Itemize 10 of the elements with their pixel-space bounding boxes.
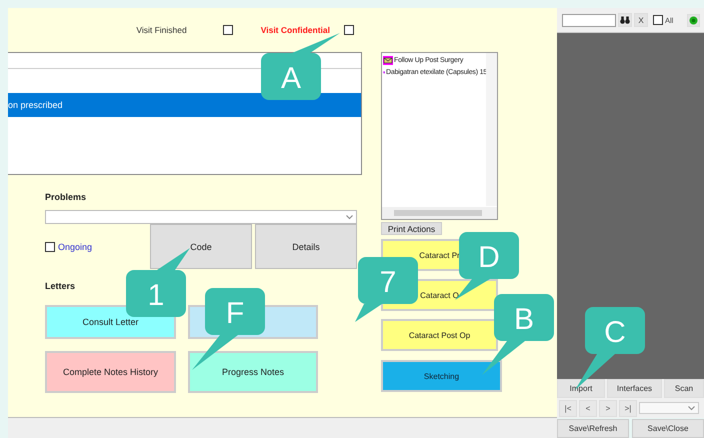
callout-tooltip: 7 (355, 257, 418, 322)
section-label: Problems (45, 192, 88, 202)
callout-tooltip: F (192, 288, 265, 370)
flag-label: Visit Finished (136, 25, 187, 35)
section-label: Letters (45, 281, 76, 291)
callout-tooltip: A (261, 33, 340, 100)
callout-tooltip: 1 (126, 248, 190, 317)
callout-tooltip: B (482, 294, 554, 375)
ongoing-label: Ongoing (58, 242, 92, 252)
flag-label: Visit Confidential (260, 25, 330, 35)
